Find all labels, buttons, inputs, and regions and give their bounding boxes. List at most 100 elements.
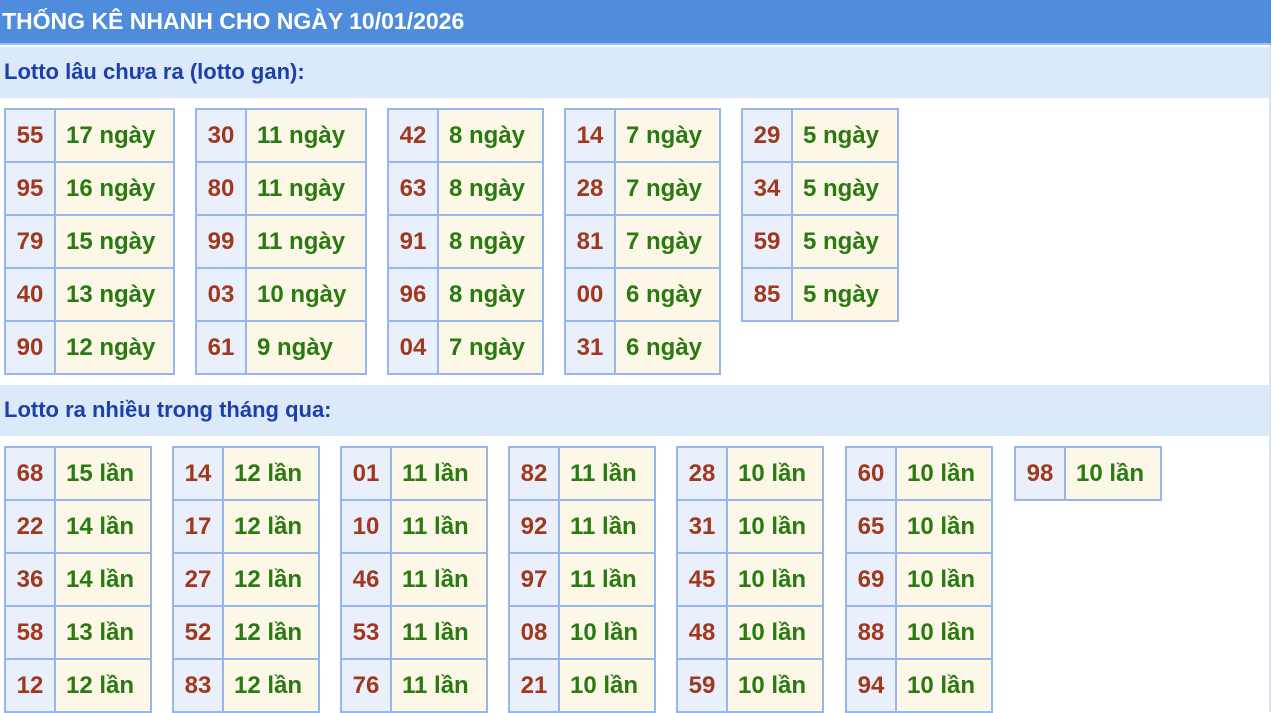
gan-row: 28 7 ngày [566, 163, 719, 214]
gan-number: 80 [197, 163, 245, 214]
gan-row: 80 11 ngày [197, 163, 365, 214]
frequent-count: 11 lần [392, 607, 486, 658]
section-title-gan: Lotto lâu chưa ra (lotto gan): [4, 59, 305, 84]
frequent-row: 22 14 lần [6, 501, 150, 552]
gan-count: 11 ngày [247, 216, 365, 267]
frequent-count: 15 lần [56, 448, 150, 499]
frequent-group: 98 10 lần [1014, 446, 1162, 501]
gan-count: 7 ngày [616, 216, 719, 267]
frequent-number: 17 [174, 501, 222, 552]
gan-number: 99 [197, 216, 245, 267]
frequent-row: 08 10 lần [510, 607, 654, 658]
frequent-row: 76 11 lần [342, 660, 486, 711]
frequent-row: 17 12 lần [174, 501, 318, 552]
frequent-number: 27 [174, 554, 222, 605]
gan-row: 34 5 ngày [743, 163, 897, 214]
gan-count: 5 ngày [793, 216, 897, 267]
frequent-row: 68 15 lần [6, 448, 150, 499]
frequent-number: 60 [847, 448, 895, 499]
gan-row: 30 11 ngày [197, 110, 365, 161]
gan-row: 42 8 ngày [389, 110, 542, 161]
gan-count: 12 ngày [56, 322, 173, 373]
frequent-number: 88 [847, 607, 895, 658]
gan-count: 5 ngày [793, 110, 897, 161]
frequent-number: 45 [678, 554, 726, 605]
frequent-row: 14 12 lần [174, 448, 318, 499]
frequent-number: 76 [342, 660, 390, 711]
gan-row: 91 8 ngày [389, 216, 542, 267]
gan-group: 55 17 ngày 95 16 ngày 79 15 ngày 40 13 ngày 90 12… [4, 108, 175, 375]
page-title: THỐNG KÊ NHANH CHO NGÀY 10/01/2026 [2, 8, 465, 34]
gan-count: 7 ngày [616, 110, 719, 161]
gan-row: 55 17 ngày [6, 110, 173, 161]
frequent-row: 94 10 lần [847, 660, 991, 711]
frequent-count: 11 lần [560, 554, 654, 605]
frequent-row: 12 12 lần [6, 660, 150, 711]
frequent-count: 10 lần [728, 607, 822, 658]
frequent-count: 12 lần [56, 660, 150, 711]
gan-number: 91 [389, 216, 437, 267]
gan-row: 63 8 ngày [389, 163, 542, 214]
frequent-count: 10 lần [897, 501, 991, 552]
gan-count: 5 ngày [793, 163, 897, 214]
frequent-count: 10 lần [728, 501, 822, 552]
gan-count: 17 ngày [56, 110, 173, 161]
frequent-number: 48 [678, 607, 726, 658]
frequent-number: 36 [6, 554, 54, 605]
gan-count: 11 ngày [247, 110, 365, 161]
gan-row: 95 16 ngày [6, 163, 173, 214]
gan-row: 14 7 ngày [566, 110, 719, 161]
section-header-gan: Lotto lâu chưa ra (lotto gan): [0, 47, 1269, 98]
frequent-count: 10 lần [897, 660, 991, 711]
gan-number: 59 [743, 216, 791, 267]
frequent-count: 10 lần [897, 554, 991, 605]
frequent-row: 28 10 lần [678, 448, 822, 499]
gan-row: 99 11 ngày [197, 216, 365, 267]
gan-count: 8 ngày [439, 216, 542, 267]
frequent-count: 12 lần [224, 660, 318, 711]
frequent-number: 94 [847, 660, 895, 711]
frequent-count: 10 lần [1066, 448, 1160, 499]
frequent-count: 10 lần [897, 607, 991, 658]
gan-group: 42 8 ngày 63 8 ngày 91 8 ngày 96 8 ngày 04 7 ngày [387, 108, 544, 375]
frequent-number: 10 [342, 501, 390, 552]
frequent-number: 83 [174, 660, 222, 711]
frequent-row: 82 11 lần [510, 448, 654, 499]
gan-row: 40 13 ngày [6, 269, 173, 320]
frequent-number: 08 [510, 607, 558, 658]
frequent-count: 12 lần [224, 501, 318, 552]
gan-count: 11 ngày [247, 163, 365, 214]
frequent-row: 83 12 lần [174, 660, 318, 711]
frequent-number: 65 [847, 501, 895, 552]
gan-group: 30 11 ngày 80 11 ngày 99 11 ngày 03 10 ngày 61 9 … [195, 108, 367, 375]
gan-number: 03 [197, 269, 245, 320]
gan-number: 30 [197, 110, 245, 161]
frequent-count: 11 lần [392, 660, 486, 711]
frequent-number: 58 [6, 607, 54, 658]
frequent-number: 97 [510, 554, 558, 605]
gan-number: 34 [743, 163, 791, 214]
gan-number: 31 [566, 322, 614, 373]
section-title-frequent: Lotto ra nhiều trong tháng qua: [4, 397, 332, 422]
gan-count: 6 ngày [616, 322, 719, 373]
right-divider [1269, 45, 1271, 712]
gan-row: 29 5 ngày [743, 110, 897, 161]
frequent-number: 01 [342, 448, 390, 499]
gan-number: 55 [6, 110, 54, 161]
gan-count: 5 ngày [793, 269, 897, 320]
gan-number: 29 [743, 110, 791, 161]
frequent-group: 60 10 lần 65 10 lần 69 10 lần 88 10 lần 94 10 lần [845, 446, 993, 713]
gan-row: 79 15 ngày [6, 216, 173, 267]
gan-number: 40 [6, 269, 54, 320]
frequent-row: 46 11 lần [342, 554, 486, 605]
frequent-number: 68 [6, 448, 54, 499]
frequent-row: 36 14 lần [6, 554, 150, 605]
frequent-number: 14 [174, 448, 222, 499]
gan-count: 7 ngày [439, 322, 542, 373]
gan-row: 90 12 ngày [6, 322, 173, 373]
frequent-row: 21 10 lần [510, 660, 654, 711]
frequent-number: 21 [510, 660, 558, 711]
frequent-group: 82 11 lần 92 11 lần 97 11 lần 08 10 lần 21 10 lần [508, 446, 656, 713]
gan-row: 85 5 ngày [743, 269, 897, 320]
gan-number: 14 [566, 110, 614, 161]
